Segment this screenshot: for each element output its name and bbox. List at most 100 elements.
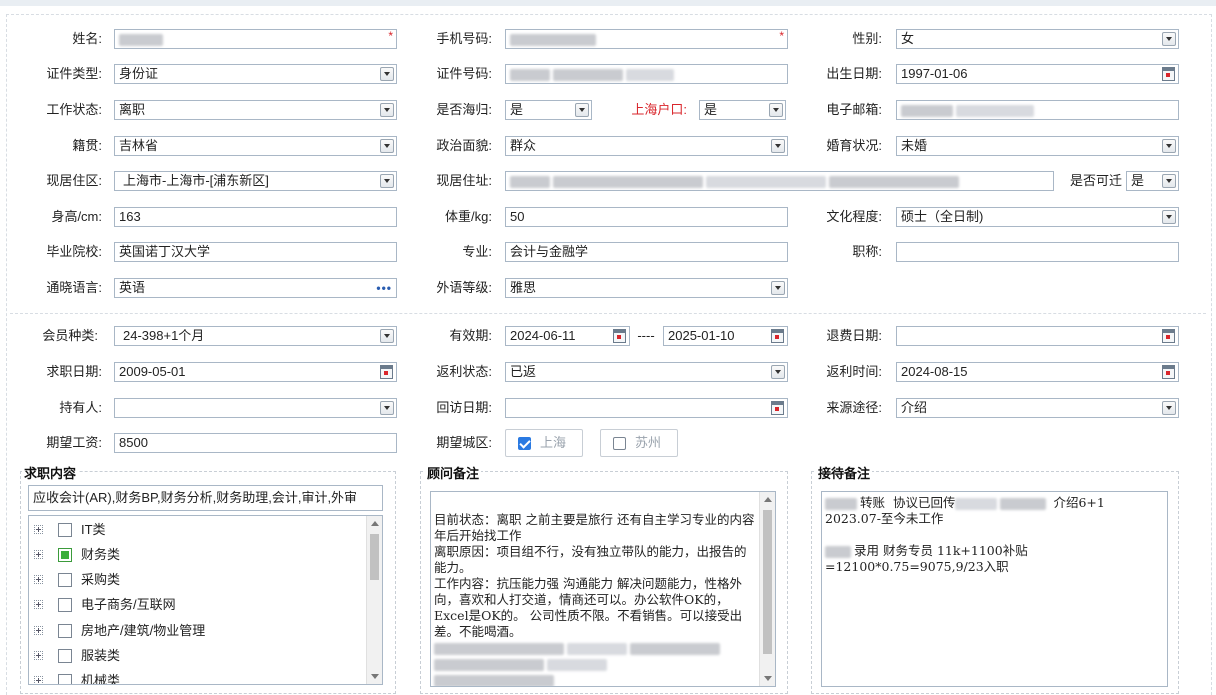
checkbox-icon[interactable] <box>58 649 72 663</box>
chevron-down-icon[interactable] <box>771 281 785 295</box>
reception-notes-textarea[interactable]: 转账 协议已回传 介绍6+1 2023.07-至今未工作 录用 财务专员 11k… <box>821 491 1168 687</box>
expand-icon[interactable] <box>34 575 43 584</box>
expand-icon[interactable] <box>34 651 43 660</box>
address-field[interactable] <box>505 171 1054 191</box>
valid-end-field[interactable]: 2025-01-10 <box>663 326 788 346</box>
checkbox-icon[interactable] <box>58 624 72 638</box>
scroll-thumb[interactable] <box>763 510 772 654</box>
language-level-select[interactable]: 雅思 <box>505 278 788 298</box>
calendar-icon[interactable] <box>771 401 784 415</box>
chevron-down-icon[interactable] <box>1162 210 1176 224</box>
birth-date-field[interactable]: 1997-01-06 <box>896 64 1179 84</box>
checkbox-icon[interactable] <box>58 573 72 587</box>
email-field[interactable] <box>896 100 1179 120</box>
chevron-down-icon[interactable] <box>1162 32 1176 46</box>
major-field[interactable]: 会计与金融学 <box>505 242 788 262</box>
id-type-select[interactable]: 身份证 <box>114 64 397 84</box>
city-option-shanghai[interactable]: 上海 <box>505 429 583 457</box>
name-field[interactable]: * <box>114 29 397 49</box>
more-icon[interactable]: ••• <box>376 279 392 297</box>
calendar-icon[interactable] <box>771 329 784 343</box>
advisor-notes-scrollbar[interactable] <box>759 492 775 686</box>
weight-field[interactable]: 50 <box>505 207 788 227</box>
id-number-field[interactable] <box>505 64 788 84</box>
sh-hukou-select[interactable]: 是 <box>699 100 786 120</box>
refund-date-field[interactable] <box>896 326 1179 346</box>
title-field[interactable] <box>896 242 1179 262</box>
scroll-up-icon[interactable] <box>764 497 772 502</box>
checkbox-icon[interactable] <box>58 674 72 684</box>
chevron-down-icon[interactable] <box>1162 401 1176 415</box>
expected-salary-field[interactable]: 8500 <box>114 433 397 453</box>
calendar-icon[interactable] <box>1162 365 1175 379</box>
rebate-status-select[interactable]: 已返 <box>505 362 788 382</box>
chevron-down-icon[interactable] <box>769 103 783 117</box>
job-search-date-field[interactable]: 2009-05-01 <box>114 362 397 382</box>
chevron-down-icon[interactable] <box>380 67 394 81</box>
chevron-down-icon[interactable] <box>771 139 785 153</box>
gender-select[interactable]: 女 <box>896 29 1179 49</box>
school-field[interactable]: 英国诺丁汉大学 <box>114 242 397 262</box>
language-field[interactable]: 英语 ••• <box>114 278 397 298</box>
scroll-down-icon[interactable] <box>371 674 379 679</box>
expand-icon[interactable] <box>34 550 43 559</box>
relocatable-label: 是否可迁 <box>1069 173 1122 188</box>
expand-icon[interactable] <box>34 600 43 609</box>
chevron-down-icon[interactable] <box>1162 139 1176 153</box>
holder-select[interactable] <box>114 398 397 418</box>
checkbox-checked-icon[interactable] <box>518 437 531 450</box>
chevron-down-icon[interactable] <box>575 103 589 117</box>
expand-icon[interactable] <box>34 626 43 635</box>
expand-icon[interactable] <box>34 676 43 684</box>
checkbox-unchecked-icon[interactable] <box>613 437 626 450</box>
rebate-time-field[interactable]: 2024-08-15 <box>896 362 1179 382</box>
calendar-icon[interactable] <box>1162 67 1175 81</box>
job-intent-summary-field[interactable]: 应收会计(AR),财务BP,财务分析,财务助理,会计,审计,外审 <box>28 485 383 511</box>
work-status-label: 工作状态: <box>46 102 102 117</box>
scroll-down-icon[interactable] <box>764 676 772 681</box>
education-select[interactable]: 硕士（全日制) <box>896 207 1179 227</box>
calendar-icon[interactable] <box>613 329 626 343</box>
checkbox-partial-icon[interactable] <box>58 548 72 562</box>
scroll-up-icon[interactable] <box>371 521 379 526</box>
height-field[interactable]: 163 <box>114 207 397 227</box>
work-status-select[interactable]: 离职 <box>114 100 397 120</box>
scroll-thumb[interactable] <box>370 534 379 580</box>
relocatable-select[interactable]: 是 <box>1126 171 1179 191</box>
chevron-down-icon[interactable] <box>380 103 394 117</box>
member-type-value: 24-398+1个月 <box>123 328 205 343</box>
chevron-down-icon[interactable] <box>380 174 394 188</box>
chevron-down-icon[interactable] <box>380 139 394 153</box>
native-place-select[interactable]: 吉林省 <box>114 136 397 156</box>
chevron-down-icon[interactable] <box>1162 174 1176 188</box>
advisor-notes-textarea[interactable]: 目前状态：离职 之前主要是旅行 还有自主学习专业的内容 年后开始找工作 离职原因… <box>430 491 776 687</box>
name-label: 姓名: <box>72 31 102 46</box>
chevron-down-icon[interactable] <box>771 365 785 379</box>
checkbox-icon[interactable] <box>58 598 72 612</box>
calendar-icon[interactable] <box>1162 329 1175 343</box>
political-status-label: 政治面貌: <box>436 138 492 153</box>
marital-status-select[interactable]: 未婚 <box>896 136 1179 156</box>
required-mark: * <box>779 29 784 43</box>
language-level-label: 外语等级: <box>436 280 492 295</box>
valid-period-label: 有效期: <box>449 328 492 343</box>
chevron-down-icon[interactable] <box>380 329 394 343</box>
tree-scrollbar[interactable] <box>366 516 382 684</box>
political-status-select[interactable]: 群众 <box>505 136 788 156</box>
checkbox-icon[interactable] <box>58 523 72 537</box>
member-type-select[interactable]: 24-398+1个月 <box>114 326 397 346</box>
phone-field[interactable]: * <box>505 29 788 49</box>
redacted-text <box>553 175 703 188</box>
revisit-date-field[interactable] <box>505 398 788 418</box>
city-option-suzhou[interactable]: 苏州 <box>600 429 678 457</box>
email-label: 电子邮箱: <box>826 102 882 117</box>
valid-start-field[interactable]: 2024-06-11 <box>505 326 630 346</box>
expand-icon[interactable] <box>34 525 43 534</box>
source-select[interactable]: 介绍 <box>896 398 1179 418</box>
job-category-tree[interactable]: IT类 财务类 采购类 电子商务/互联网 房地产/建筑/物业管理 服装类 机械类 <box>28 515 383 685</box>
phone-label: 手机号码: <box>436 31 492 46</box>
returnee-select[interactable]: 是 <box>505 100 592 120</box>
chevron-down-icon[interactable] <box>380 401 394 415</box>
residence-area-select[interactable]: 上海市-上海市-[浦东新区] <box>114 171 397 191</box>
calendar-icon[interactable] <box>380 365 393 379</box>
